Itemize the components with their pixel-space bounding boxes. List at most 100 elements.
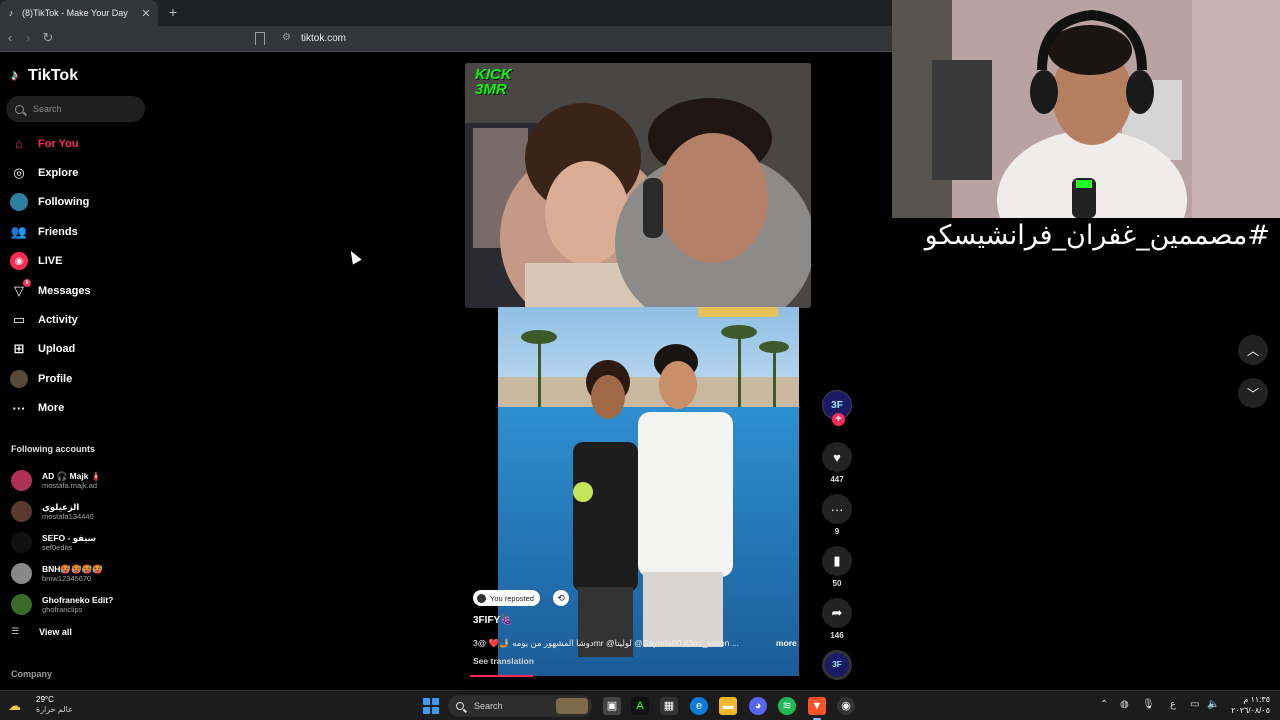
app-icon[interactable]: A — [631, 697, 649, 715]
reposted-label: You reposted — [490, 593, 534, 603]
following-account[interactable]: SEFO - سيفو sef0edits — [11, 527, 151, 558]
video-caption: دوشا المشهور من يومه 🤳🏼❤️ @3mr @لوليتا @… — [473, 638, 739, 648]
tiktok-logo[interactable]: ♪ TikTok — [11, 67, 78, 85]
messages-icon: ▽ 8 — [10, 278, 31, 300]
nav-item-more[interactable]: ··· More — [0, 394, 160, 423]
bookmark-icon[interactable] — [255, 32, 265, 45]
site-settings-icon[interactable]: ⚙ — [282, 32, 291, 43]
tab-title: (8)TikTok - Make Your Day — [22, 8, 128, 18]
webcam-image — [892, 0, 1280, 218]
close-tab-icon[interactable]: ✕ — [140, 7, 152, 20]
nav-item-live[interactable]: ◉ LIVE — [0, 247, 160, 276]
nav-label: Upload — [38, 343, 76, 356]
stream-overlay-image — [465, 63, 811, 308]
previous-video-button[interactable]: ︿ — [1238, 335, 1268, 365]
search-input[interactable] — [33, 104, 133, 114]
tray-chevron-icon[interactable]: ⌃ — [1100, 699, 1108, 710]
main-nav: ⌂ For You ◎ Explore Following 👥 Friends ◉ LIVE ▽ 8… — [0, 129, 160, 423]
volume-icon[interactable]: 🔈 — [1207, 699, 1219, 710]
share-action[interactable]: ➦ 146 — [820, 598, 854, 640]
new-tab-button[interactable]: + — [166, 4, 180, 20]
comment-action[interactable]: ··· 9 — [820, 494, 854, 536]
see-translation-button[interactable]: See translation — [473, 656, 534, 666]
next-video-button[interactable]: ﹀ — [1238, 378, 1268, 408]
music-disc-icon[interactable]: 3F — [822, 650, 852, 680]
following-account[interactable]: AD 🎧 Majk 🧯 mostafa.majk.ad — [11, 465, 151, 496]
search-box[interactable] — [6, 96, 145, 122]
author-avatar[interactable]: 3F + — [822, 390, 852, 426]
view-all-button[interactable]: ☰ View all — [11, 626, 72, 637]
following-account[interactable]: Ghofraneko Edit? ghofranclips — [11, 589, 151, 620]
taskbar-search[interactable]: Search — [448, 695, 592, 717]
search-icon — [15, 104, 24, 114]
list-icon: ☰ — [11, 626, 20, 636]
weather-widget[interactable]: ☁ 29°C عالم حرارة — [8, 695, 73, 715]
chrome-icon[interactable]: ◉ — [837, 697, 855, 715]
back-icon[interactable]: ‹ — [2, 30, 18, 45]
task-view-icon[interactable]: ▣ — [603, 697, 621, 715]
nav-item-for-you[interactable]: ⌂ For You — [0, 129, 160, 158]
microphone-icon[interactable]: 🎙 — [1142, 699, 1155, 710]
forward-icon[interactable]: › — [20, 30, 36, 45]
messages-badge: 8 — [23, 278, 31, 287]
nav-item-upload[interactable]: ⊞ Upload — [0, 335, 160, 364]
weather-icon: ☁ — [8, 698, 21, 713]
avatar — [11, 563, 32, 584]
video-progress-bar[interactable] — [470, 675, 533, 677]
following-account[interactable]: الزعيلوي mostafa134440 — [11, 496, 151, 527]
account-name: Ghofraneko Edit? — [42, 594, 114, 605]
discord-icon[interactable]: ◕ — [749, 697, 767, 715]
browser-tab-bar: ♪ (8)TikTok - Make Your Day ✕ + — [0, 0, 892, 26]
bookmark-icon[interactable]: ▮ — [822, 546, 852, 576]
more-icon: ··· — [12, 400, 26, 416]
reload-icon[interactable]: ↻ — [40, 30, 56, 46]
following-account[interactable]: BNH🥵🥵🥵🥵 bmw12345670 — [11, 558, 151, 589]
nav-item-following[interactable]: Following — [0, 188, 160, 217]
network-icon[interactable]: ▭ — [1190, 699, 1199, 710]
chevron-down-icon: ﹀ — [1246, 386, 1259, 401]
search-icon — [456, 702, 464, 710]
weather-temp: 29°C — [36, 695, 54, 704]
account-handle: sef0edits — [42, 542, 73, 552]
company-link[interactable]: Company — [11, 669, 52, 679]
spotify-icon[interactable]: ≋ — [778, 697, 796, 715]
video-frame-image — [498, 307, 799, 676]
follow-plus-icon[interactable]: + — [832, 413, 845, 426]
brand-name: TikTok — [28, 67, 79, 84]
mouse-cursor-icon — [346, 248, 362, 265]
nav-item-messages[interactable]: ▽ 8 Messages — [0, 276, 160, 305]
like-action[interactable]: ♥ 447 — [820, 442, 854, 484]
account-handle: mostafa.majk.ad — [42, 480, 98, 490]
url-field[interactable]: tiktok.com — [301, 33, 346, 44]
clock[interactable]: ١١:٣٥ م ٢٠٢٦/٠٨/٠٥ — [1228, 694, 1270, 716]
nav-item-friends[interactable]: 👥 Friends — [0, 217, 160, 246]
caption-more-button[interactable]: more — [776, 638, 797, 648]
windows-start-icon[interactable] — [423, 698, 439, 714]
tray-app-icon[interactable]: ◍ — [1120, 699, 1129, 710]
nav-label: Friends — [38, 225, 78, 238]
browser-tab[interactable]: ♪ (8)TikTok - Make Your Day ✕ — [0, 0, 158, 26]
like-count: 447 — [830, 475, 844, 484]
chevron-up-icon: ︿ — [1246, 343, 1259, 358]
brave-icon[interactable]: ▼ — [808, 697, 826, 715]
video-player[interactable] — [498, 307, 799, 676]
nav-item-activity[interactable]: ▭ Activity — [0, 305, 160, 334]
nav-label: LIVE — [38, 255, 63, 268]
activity-icon: ▭ — [12, 312, 26, 328]
language-indicator[interactable]: ع — [1170, 699, 1176, 710]
search-highlight-image — [556, 698, 588, 714]
edge-icon[interactable]: e — [690, 697, 708, 715]
repost-icon[interactable]: ⟲ — [553, 590, 569, 606]
share-icon[interactable]: ➦ — [822, 598, 852, 628]
account-name: SEFO - سيفو — [42, 532, 96, 543]
nav-item-explore[interactable]: ◎ Explore — [0, 158, 160, 187]
video-author[interactable]: 3FIFY🍇 — [473, 615, 513, 626]
file-explorer-icon[interactable]: ▬ — [719, 697, 737, 715]
nav-item-profile[interactable]: Profile — [0, 364, 160, 393]
comment-icon[interactable]: ··· — [822, 494, 852, 524]
heart-icon[interactable]: ♥ — [822, 442, 852, 472]
address-bar: ‹ › ↻ ⚙ tiktok.com — [0, 26, 892, 52]
store-icon[interactable]: ▦ — [660, 697, 678, 715]
kick-watermark: KICK 3MR — [475, 66, 512, 98]
save-action[interactable]: ▮ 50 — [820, 546, 854, 588]
